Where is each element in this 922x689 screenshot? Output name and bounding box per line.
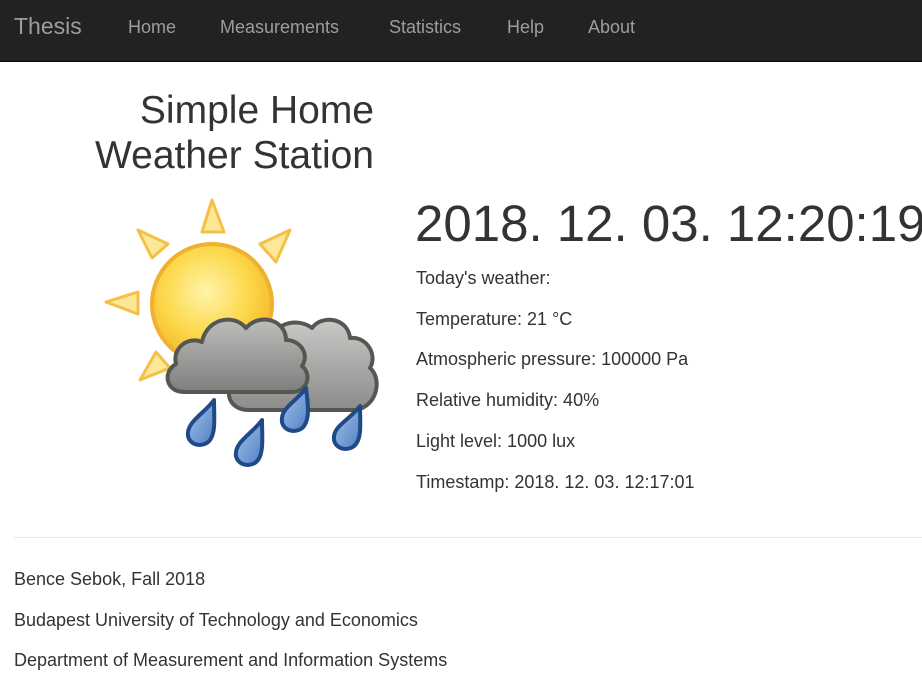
footer-university: Budapest University of Technology and Ec… <box>14 610 418 630</box>
navbar: Thesis Home Measurements Statistics Help… <box>0 0 922 62</box>
page-title: Simple Home Weather Station <box>40 88 374 178</box>
sun-cloud-rain-icon <box>104 198 379 467</box>
todays-weather-label: Today's weather: <box>416 268 551 288</box>
nav-item-home[interactable]: Home <box>128 17 176 38</box>
current-datetime: 2018. 12. 03. 12:20:19 <box>415 195 922 252</box>
temperature-reading: Temperature: 21 °C <box>416 309 573 329</box>
footer-department: Department of Measurement and Informatio… <box>14 650 448 670</box>
page-title-line1: Simple Home <box>139 89 374 132</box>
page-title-line2: Weather Station <box>95 134 374 177</box>
nav-item-statistics[interactable]: Statistics <box>389 17 461 38</box>
navbar-brand[interactable]: Thesis <box>14 13 82 40</box>
footer-author: Bence Sebok, Fall 2018 <box>14 569 206 589</box>
nav-item-help[interactable]: Help <box>507 17 544 38</box>
nav-item-about[interactable]: About <box>588 17 635 38</box>
measurement-timestamp: Timestamp: 2018. 12. 03. 12:17:01 <box>416 472 695 492</box>
humidity-reading: Relative humidity: 40% <box>416 390 600 410</box>
pressure-reading: Atmospheric pressure: 100000 Pa <box>416 349 689 369</box>
footer-divider <box>14 537 922 538</box>
nav-item-measurements[interactable]: Measurements <box>220 17 339 38</box>
light-level-reading: Light level: 1000 lux <box>416 431 576 451</box>
